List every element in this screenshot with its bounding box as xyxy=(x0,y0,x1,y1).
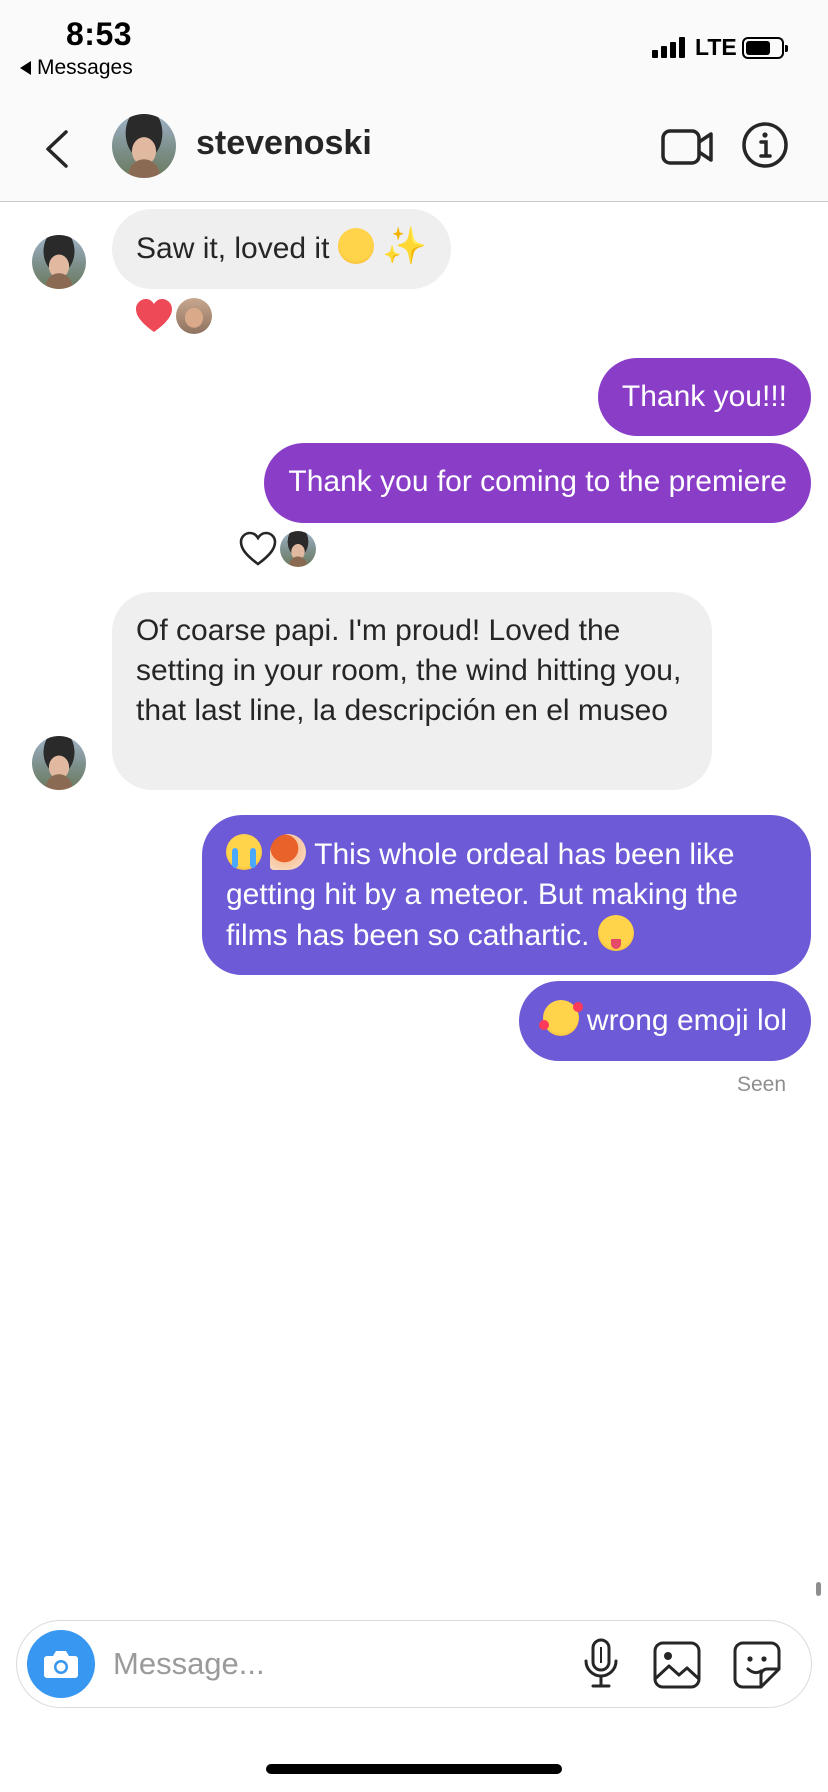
battery-icon xyxy=(742,37,788,59)
chevron-left-icon xyxy=(46,130,68,168)
back-button[interactable] xyxy=(38,126,78,172)
smiling-face-with-hearts-emoji-icon xyxy=(538,1000,583,1036)
status-time: 8:53 xyxy=(66,16,133,52)
message-text: Of coarse papi. I'm proud! Loved the set… xyxy=(136,614,682,727)
message-text: Thank you for coming to the premiere xyxy=(288,465,787,498)
loudly-crying-face-emoji-icon xyxy=(226,834,262,870)
reactor-avatar xyxy=(176,298,212,334)
message-reaction[interactable] xyxy=(134,298,212,334)
message-bubble-outgoing[interactable]: This whole ordeal has been like getting … xyxy=(202,815,811,975)
message-input[interactable] xyxy=(113,1639,493,1689)
sticker-button[interactable] xyxy=(731,1639,783,1691)
video-call-button[interactable] xyxy=(660,122,714,172)
network-label: LTE xyxy=(695,34,737,60)
back-triangle-icon xyxy=(20,61,31,75)
info-icon xyxy=(742,122,788,168)
back-app-label: Messages xyxy=(37,56,133,79)
message-bubble-incoming[interactable]: Saw it, loved it ✨ xyxy=(112,209,451,289)
heart-outline-icon xyxy=(239,531,277,566)
message-bubble-outgoing[interactable]: Thank you!!! xyxy=(597,358,811,436)
sparkles-emoji-icon: ✨ xyxy=(382,225,427,266)
message-text: Saw it, loved it xyxy=(136,232,330,265)
hugging-face-emoji-icon xyxy=(337,228,374,264)
message-bubble-incoming[interactable]: Of coarse papi. I'm proud! Loved the set… xyxy=(112,592,712,790)
message-bubble-outgoing[interactable]: wrong emoji lol xyxy=(518,981,811,1061)
gallery-button[interactable] xyxy=(651,1639,703,1691)
sender-avatar[interactable] xyxy=(32,235,86,289)
sender-avatar[interactable] xyxy=(32,736,86,790)
video-camera-icon xyxy=(661,129,713,165)
seen-indicator: Seen xyxy=(736,1073,786,1096)
heart-filled-icon xyxy=(136,299,172,332)
camera-button[interactable] xyxy=(27,1630,95,1698)
message-bubble-outgoing[interactable]: Thank you for coming to the premiere xyxy=(264,443,811,523)
message-text: Thank you!!! xyxy=(621,380,787,413)
chat-username[interactable]: stevenoski xyxy=(196,124,372,163)
message-text: wrong emoji lol xyxy=(586,1004,787,1037)
profile-avatar[interactable] xyxy=(112,114,176,178)
info-button[interactable] xyxy=(740,120,790,170)
cellular-signal-icon xyxy=(652,36,685,58)
message-composer xyxy=(16,1620,812,1708)
chat-header: stevenoski xyxy=(0,100,828,202)
message-reaction[interactable] xyxy=(238,531,316,567)
back-to-app-link[interactable]: Messages xyxy=(20,56,133,80)
sticker-icon xyxy=(733,1641,781,1689)
voice-message-button[interactable] xyxy=(577,1637,625,1691)
camera-icon xyxy=(44,1651,78,1678)
status-bar: 8:53 Messages LTE xyxy=(0,0,828,100)
microphone-icon xyxy=(584,1638,618,1688)
comet-emoji-icon xyxy=(270,834,307,870)
winking-tongue-face-emoji-icon xyxy=(597,915,634,951)
home-indicator[interactable] xyxy=(266,1764,562,1774)
image-icon xyxy=(653,1641,701,1689)
reactor-avatar xyxy=(280,531,316,567)
scrollbar[interactable] xyxy=(816,1582,821,1596)
